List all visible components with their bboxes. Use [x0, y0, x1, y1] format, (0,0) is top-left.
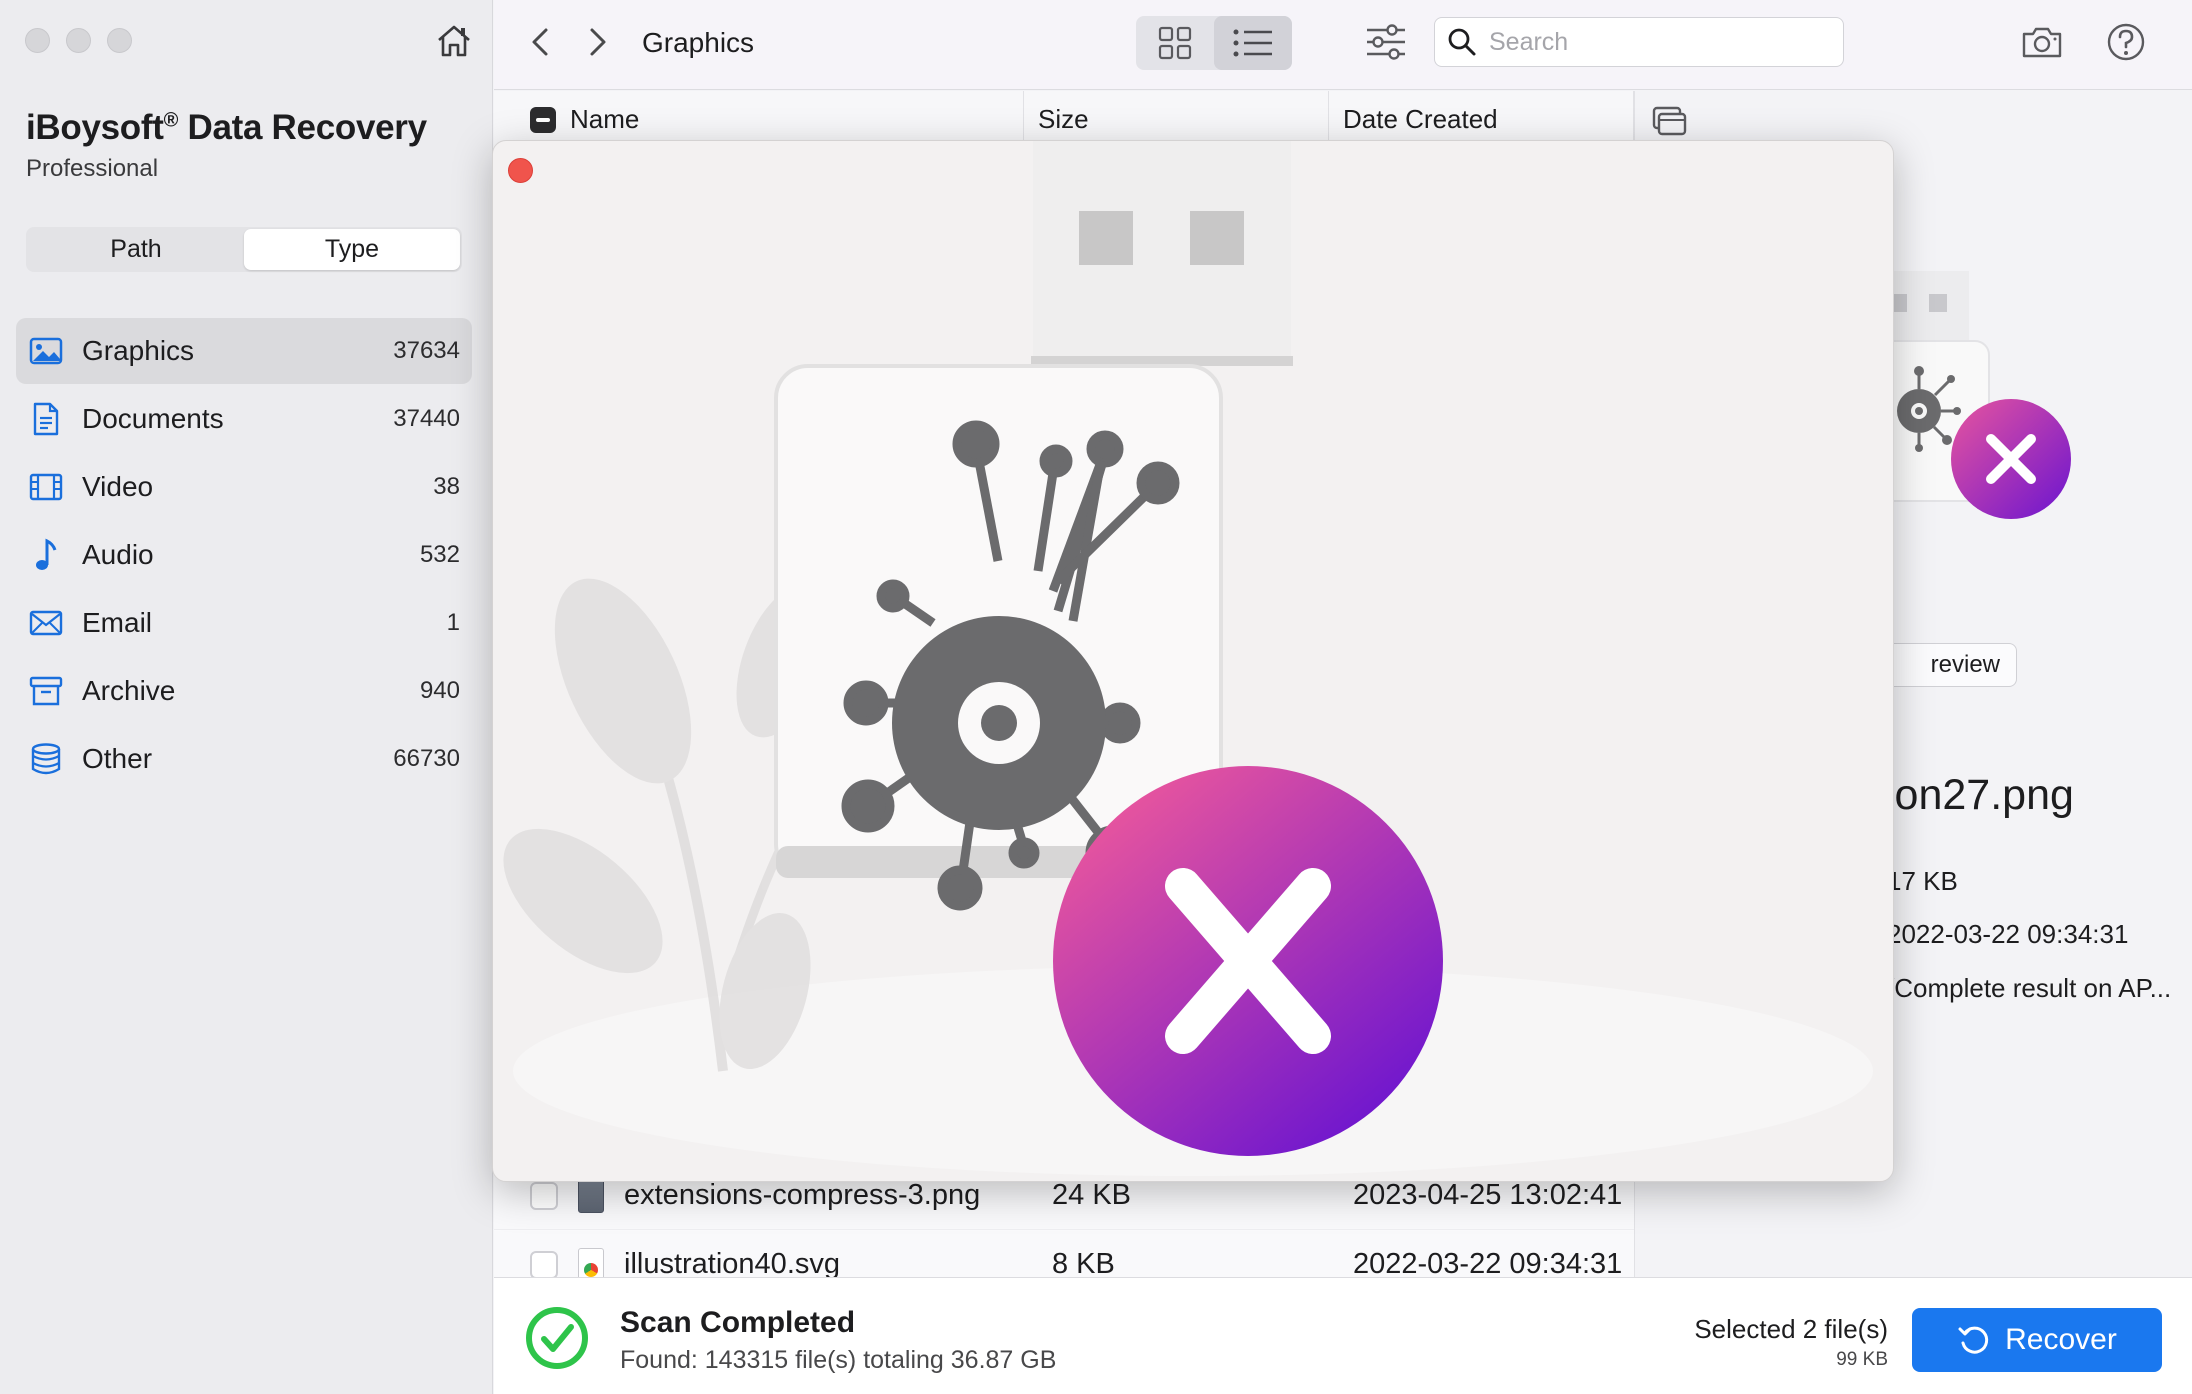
select-all-checkbox[interactable] — [530, 106, 556, 133]
recover-button[interactable]: Recover — [1912, 1308, 2162, 1372]
list-view-button[interactable] — [1214, 16, 1292, 70]
copy-window-icon[interactable] — [1651, 105, 1687, 137]
recover-icon — [1958, 1326, 1989, 1354]
detail-file-path: /Complete result on AP... — [1887, 973, 2172, 1003]
scan-status-title: Scan Completed — [620, 1306, 856, 1339]
sidebar-item-archive[interactable]: Archive 940 — [16, 658, 472, 724]
music-note-icon — [28, 537, 64, 573]
selected-size: 99 KB — [1836, 1349, 1888, 1370]
sidebar-item-video[interactable]: Video 38 — [16, 454, 472, 520]
film-icon — [28, 469, 64, 505]
detail-file-size: 17 KB — [1887, 866, 1958, 896]
image-icon — [28, 333, 64, 369]
sidebar-item-email[interactable]: Email 1 — [16, 590, 472, 656]
row-checkbox[interactable] — [530, 1250, 558, 1279]
preview-thumbnail[interactable] — [1848, 271, 2159, 561]
envelope-icon — [28, 605, 64, 641]
preview-image — [503, 141, 1873, 1176]
scan-summary: Found: 143315 file(s) totaling 36.87 GB — [620, 1346, 1057, 1374]
png-file-icon — [578, 1178, 604, 1213]
sidebar-item-graphics[interactable]: Graphics 37634 — [16, 318, 472, 384]
grid-view-button[interactable] — [1136, 16, 1214, 70]
grid-icon — [1158, 26, 1192, 60]
help-icon[interactable] — [2104, 20, 2148, 64]
selection-info: Selected 2 file(s) 99 KB — [1694, 1314, 1888, 1371]
sidebar-item-documents[interactable]: Documents 37440 — [16, 386, 472, 452]
category-list: Graphics 37634 Documents 37440 Video 38 … — [16, 318, 472, 794]
window-controls — [25, 28, 132, 53]
view-switcher — [1136, 16, 1292, 70]
modal-close-button[interactable] — [508, 158, 533, 183]
sidebar-item-audio[interactable]: Audio 532 — [16, 522, 472, 588]
document-icon — [28, 401, 64, 437]
archive-box-icon — [28, 673, 64, 709]
database-icon — [28, 741, 64, 777]
row-checkbox[interactable] — [530, 1181, 558, 1210]
home-icon[interactable] — [433, 20, 475, 62]
detail-file-date: 2022-03-22 09:34:31 — [1887, 919, 2129, 949]
search-box — [1434, 17, 1844, 67]
window-close-button[interactable] — [25, 28, 50, 53]
page-title: Graphics — [642, 27, 755, 58]
check-circle-icon — [524, 1305, 590, 1371]
status-footer: Scan Completed Found: 143315 file(s) tot… — [494, 1277, 2192, 1394]
camera-icon[interactable] — [2020, 20, 2064, 64]
selected-count: Selected 2 file(s) — [1694, 1314, 1888, 1344]
detail-file-name: ion27.png — [1885, 771, 2074, 819]
toolbar: Graphics — [494, 0, 2192, 90]
app-edition: Professional — [26, 155, 159, 182]
back-button[interactable] — [524, 22, 558, 62]
window-minimize-button[interactable] — [66, 28, 91, 53]
tab-type[interactable]: Type — [244, 229, 460, 270]
filter-sliders-icon[interactable] — [1364, 22, 1408, 62]
sidebar: iBoysoft® Data Recovery Professional Pat… — [0, 0, 493, 1394]
forward-button[interactable] — [580, 22, 614, 62]
preview-modal — [492, 140, 1894, 1182]
list-icon — [1233, 29, 1272, 57]
search-icon — [1448, 28, 1476, 56]
app-title: iBoysoft® Data Recovery — [26, 108, 427, 147]
window-zoom-button[interactable] — [107, 28, 132, 53]
search-input[interactable] — [1489, 27, 1819, 57]
view-mode-segment: Path Type — [26, 227, 462, 272]
sidebar-item-other[interactable]: Other 66730 — [16, 726, 472, 792]
tab-path[interactable]: Path — [28, 229, 244, 270]
